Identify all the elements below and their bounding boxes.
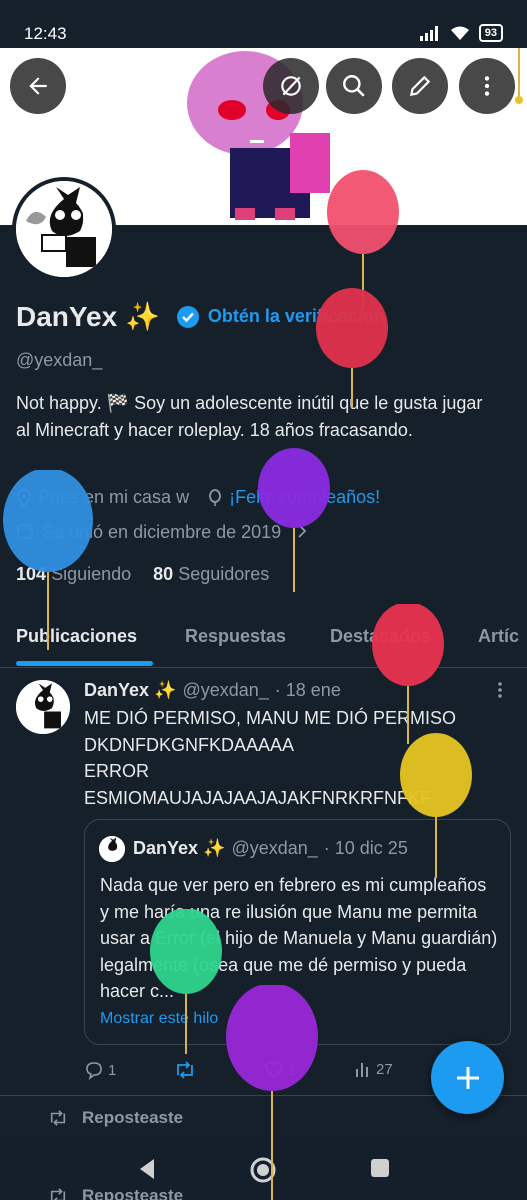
plus-icon: [456, 1066, 479, 1089]
avatar-cat-small-image: [16, 680, 70, 734]
calendar-icon: [17, 524, 33, 539]
compose-button[interactable]: [431, 1041, 504, 1114]
views-action[interactable]: 27: [354, 1060, 393, 1078]
location-pin-icon: [17, 488, 31, 507]
quote-date: · 10 dic 25: [323, 838, 408, 858]
profile-birthday[interactable]: ¡Feliz cumpleaños!: [229, 487, 380, 508]
grok-button[interactable]: [263, 58, 319, 114]
status-bar: 12:43 93: [0, 0, 527, 46]
tweet-author-name[interactable]: DanYex ✨: [84, 680, 176, 701]
quote-header: DanYex ✨ @yexdan_ · 10 dic 25: [133, 838, 408, 859]
views-count: 27: [376, 1060, 393, 1078]
balloon-icon: [209, 488, 221, 506]
show-thread-link[interactable]: Mostrar este hilo: [100, 1010, 218, 1028]
signal-icon: [419, 26, 438, 41]
tab-respuestas[interactable]: Respuestas: [185, 626, 286, 647]
edit-profile-button[interactable]: [392, 58, 448, 114]
following-count: 104: [16, 564, 47, 584]
wifi-icon: [450, 26, 469, 40]
avatar-cat-image: [16, 181, 112, 277]
back-button[interactable]: [10, 58, 66, 114]
more-vertical-icon: [484, 76, 490, 96]
nav-recents-icon[interactable]: [370, 1158, 390, 1178]
verified-badge-icon[interactable]: [176, 305, 200, 329]
like-count: 1: [288, 1061, 297, 1079]
reposted-label: Reposteaste: [82, 1108, 184, 1127]
quote-avatar: [99, 836, 125, 862]
nav-home-icon[interactable]: [249, 1156, 277, 1184]
profile-avatar[interactable]: [12, 177, 116, 281]
retweet-small-icon: [50, 1110, 66, 1126]
follow-stats: 104 Siguiendo 80 Seguidores: [16, 564, 269, 585]
grok-icon: [281, 76, 301, 96]
joined-item: Se unió en diciembre de 2019: [16, 522, 309, 543]
quote-text: Nada que ver pero en febrero es mi cumpl…: [100, 875, 498, 1001]
nav-back-icon[interactable]: [136, 1157, 158, 1181]
profile-joined: Se unió en diciembre de 2019: [42, 522, 282, 542]
battery-indicator: 93: [478, 24, 503, 42]
quote-author-name: DanYex ✨: [133, 838, 226, 858]
retweet-icon: [177, 1061, 193, 1079]
profile-handle: @yexdan_: [16, 350, 103, 370]
tweet-author-handle: @yexdan_: [182, 680, 269, 700]
search-icon: [343, 75, 365, 97]
quote-author-handle: @yexdan_: [231, 838, 318, 858]
tab-destacados[interactable]: Destacados: [330, 626, 431, 647]
quoted-tweet[interactable]: DanYex ✨ @yexdan_ · 10 dic 25 Nada que v…: [84, 819, 511, 1045]
like-action[interactable]: 1: [264, 1060, 296, 1080]
search-button[interactable]: [326, 58, 382, 114]
tweet-more-icon[interactable]: [494, 680, 506, 700]
reposted-indicator: Reposteaste: [48, 1108, 183, 1128]
tweet-date: · 18 ene: [274, 680, 341, 700]
tab-publicaciones[interactable]: Publicaciones: [16, 626, 137, 647]
status-icons: 93: [419, 24, 503, 42]
heart-icon: [264, 1061, 284, 1079]
reply-count: 1: [108, 1061, 117, 1079]
reply-icon: [86, 1062, 102, 1080]
retweet-small-icon-2: [50, 1188, 66, 1200]
tweet-actions: 1 1 27: [84, 1060, 414, 1086]
reposted-label-next: Reposteaste: [82, 1186, 184, 1200]
following-label: Siguiendo: [51, 564, 132, 584]
more-options-button[interactable]: [459, 58, 515, 114]
tweet-header: DanYex ✨ @yexdan_ · 18 ene: [84, 680, 341, 701]
profile-meta: Pues en mi casa w ¡Feliz cumpleaños!: [16, 487, 380, 508]
profile-location: Pues en mi casa w: [38, 487, 190, 507]
status-time: 12:43: [24, 24, 67, 43]
tab-articulos[interactable]: Artíc: [478, 626, 519, 647]
profile-name-row: DanYex ✨ Obtén la verificación: [16, 300, 385, 333]
views-chart-icon: [356, 1063, 368, 1077]
followers-link[interactable]: 80 Seguidores: [153, 564, 269, 585]
profile-name: DanYex ✨: [16, 301, 160, 332]
retweet-action[interactable]: [174, 1060, 196, 1080]
followers-count: 80: [153, 564, 174, 584]
chevron-right-icon[interactable]: [295, 522, 309, 540]
location-item: Pues en mi casa w: [16, 487, 189, 508]
get-verified-link[interactable]: Obtén la verificación: [208, 306, 385, 327]
followers-label: Seguidores: [178, 564, 270, 584]
birthday-item: ¡Feliz cumpleaños!: [207, 487, 380, 508]
avatar-cat-tiny-image: [99, 836, 125, 862]
tweet-avatar[interactable]: [16, 680, 70, 734]
reposted-indicator-next: Reposteaste: [48, 1186, 183, 1200]
tweet-text: ME DIÓ PERMISO, MANU ME DIÓ PERMISO DKDN…: [84, 708, 457, 808]
following-link[interactable]: 104 Siguiendo: [16, 564, 131, 585]
profile-tabs: Publicaciones Respuestas Destacados Artí…: [0, 612, 527, 668]
active-tab-indicator: [16, 661, 153, 666]
profile-bio: Not happy. 🏁 Soy un adolescente inútil q…: [16, 393, 483, 440]
reply-action[interactable]: 1: [84, 1060, 116, 1080]
pencil-icon: [409, 75, 431, 97]
arrow-left-icon: [29, 77, 47, 95]
